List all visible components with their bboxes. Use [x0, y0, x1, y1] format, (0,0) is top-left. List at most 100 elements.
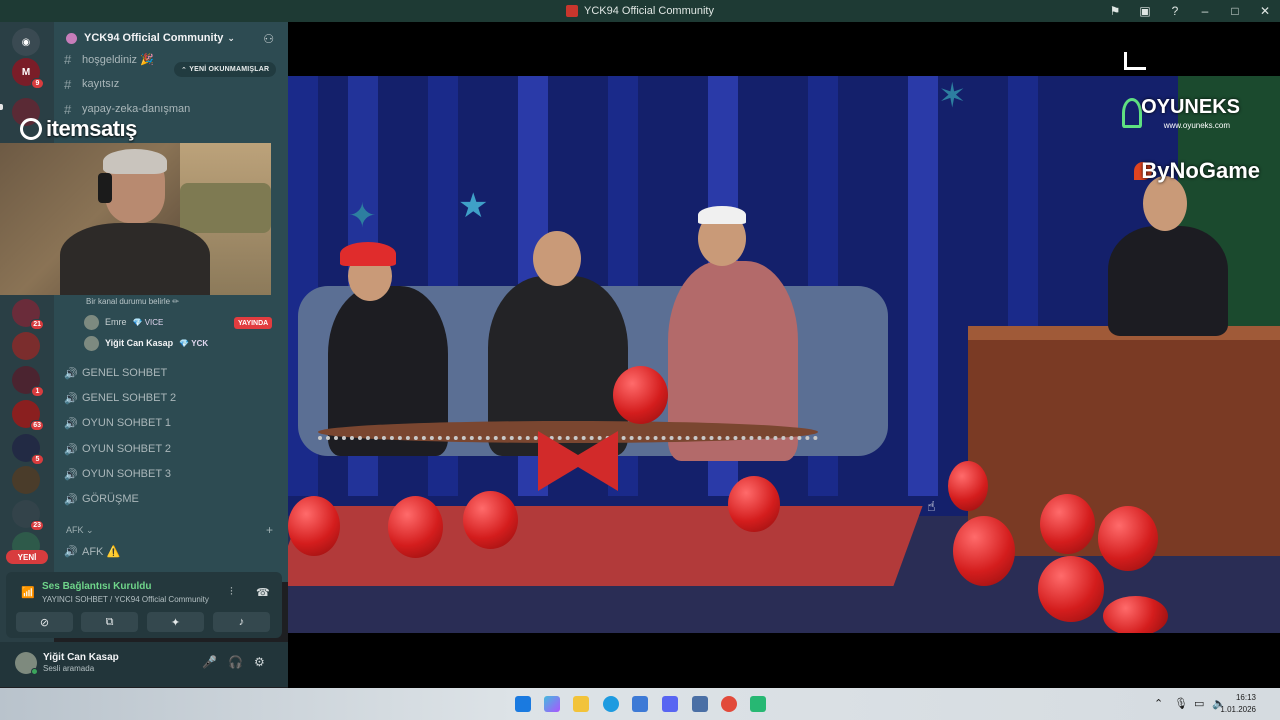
avatar [84, 335, 99, 351]
server-icon[interactable]: 23 [12, 500, 44, 531]
server-name: YCK94 Official Community [84, 32, 224, 44]
server-icon[interactable]: 21 [12, 299, 44, 330]
soundboard-button[interactable]: ♪ [213, 612, 270, 632]
app-taskbar-icon[interactable] [750, 696, 766, 712]
noise-suppression-icon[interactable]: ⫶ [230, 586, 233, 599]
unread-label: YENİ OKUNMAMIŞLAR [189, 66, 270, 73]
role-tag: 💎 VICE [132, 317, 164, 327]
channel-hosgeldiniz[interactable]: # hoşgeldiniz 🎉 [64, 48, 154, 70]
help-icon[interactable]: ? [1160, 4, 1190, 18]
channel-label: GENEL SOHBET 2 [82, 392, 177, 404]
live-badge: YAYINDA [234, 317, 273, 329]
window-controls: ⚑ ▣ ? – □ ✕ [1100, 0, 1280, 22]
headphones-icon[interactable]: 🎧 [228, 655, 243, 669]
online-status-icon [31, 668, 38, 675]
voice-channel-genel-sohbet-2[interactable]: 🔊 GENEL SOHBET 2 [64, 387, 176, 409]
speaker-icon: 🔊 [64, 417, 78, 430]
close-button[interactable]: ✕ [1250, 4, 1280, 18]
camera-off-button[interactable]: ⊘ [16, 612, 73, 632]
badge: 5 [31, 454, 44, 465]
voice-channel-genel-sohbet[interactable]: 🔊 GENEL SOHBET [64, 362, 167, 384]
channel-status-prompt[interactable]: Bir kanal durumu belirle ✏ [86, 297, 179, 306]
voice-channel-oyun-sohbet-3[interactable]: 🔊 OYUN SOHBET 3 [64, 463, 171, 485]
video-letterbox-bottom [288, 633, 1280, 688]
webcam-overlay [0, 143, 271, 295]
rug [288, 506, 923, 586]
headset-icon [98, 173, 112, 203]
oyuneks-logo: OYUNEKS [1141, 96, 1240, 118]
voice-user-yigit[interactable]: Yiğit Can Kasap 💎 YCK [84, 334, 208, 352]
store-icon[interactable] [632, 696, 648, 712]
discord-home-icon[interactable]: ◉ [12, 28, 40, 56]
voice-status[interactable]: Ses Bağlantısı Kuruldu [42, 581, 151, 592]
signal-icon: 📶 [21, 587, 35, 599]
network-icon[interactable]: ▭ [1194, 697, 1204, 710]
maximize-button[interactable]: □ [1220, 4, 1250, 18]
category-afk[interactable]: AFK ⌄ [66, 525, 94, 536]
server-icon-m[interactable]: M9 [12, 58, 44, 89]
chrome-icon[interactable] [721, 696, 737, 712]
user-name[interactable]: Yiğit Can Kasap [43, 652, 119, 663]
server-icon[interactable]: 63 [12, 400, 44, 431]
edge-icon[interactable] [603, 696, 619, 712]
add-channel-icon[interactable]: + [266, 523, 273, 537]
start-icon[interactable] [515, 696, 531, 712]
disconnect-icon[interactable]: ☎ [256, 586, 270, 599]
garland [318, 436, 818, 444]
badge: 1 [31, 386, 44, 397]
cam-sofa [180, 183, 271, 233]
channel-kayitsiz[interactable]: # kayıtsız [64, 73, 119, 95]
voice-location[interactable]: YAYINCI SOHBET / YCK94 Official Communit… [42, 595, 209, 604]
server-icon[interactable]: 1 [12, 366, 44, 397]
voice-channel-oyun-sohbet-1[interactable]: 🔊 OYUN SOHBET 1 [64, 412, 171, 434]
balloon [288, 496, 340, 556]
bynogame-logo: ByNoGame [1141, 158, 1260, 183]
voice-channel-afk[interactable]: 🔊 AFK ⚠️ [64, 540, 120, 562]
balloon [388, 496, 443, 558]
tray-chevron-icon[interactable]: ⌃ [1154, 697, 1163, 710]
avatar [84, 314, 99, 330]
server-icon[interactable] [12, 466, 40, 494]
clock-date: 1.01.2026 [1220, 705, 1256, 714]
server-icon[interactable]: 5 [12, 434, 44, 465]
channel-label: yapay-zeka-danışman [82, 103, 191, 115]
cam-person-hair [103, 149, 167, 174]
app-icon [565, 5, 578, 17]
user-panel: Yiğit Can Kasap Sesli aramada 🎤 🎧 ⚙ [0, 642, 288, 687]
discord-taskbar-icon[interactable] [662, 696, 678, 712]
inbox-icon[interactable]: ⚑ [1100, 4, 1130, 18]
voice-user-emre[interactable]: Emre 💎 VICE [84, 313, 163, 331]
itemsatis-logo: itemsatış [20, 116, 137, 142]
itemsatis-wordmark: itemsatış [46, 116, 137, 141]
voice-channel-gorusme[interactable]: 🔊 GÖRÜŞME [64, 488, 139, 510]
balloon [953, 516, 1015, 586]
hash-icon: # [64, 76, 72, 92]
hash-icon: # [64, 51, 72, 67]
settings-gear-icon[interactable]: ⚙ [254, 655, 265, 669]
badge: 21 [30, 319, 44, 330]
clock[interactable]: 16:13 1.01.2026 [1220, 692, 1256, 716]
channel-sidebar: YCK94 Official Community ⌄ ⚇ # hoşgeldin… [54, 22, 288, 582]
badge: 63 [30, 420, 44, 431]
minimize-button[interactable]: – [1190, 4, 1220, 18]
monitor-icon[interactable]: ▣ [1130, 4, 1160, 18]
screen-share-button[interactable]: ⧉ [81, 612, 138, 632]
channel-label: GENEL SOHBET [82, 367, 168, 379]
oyuneks-logo-icon [1122, 98, 1142, 128]
window-titlebar: YCK94 Official Community ⚑ ▣ ? – □ ✕ [0, 0, 1280, 22]
app-taskbar-icon[interactable] [692, 696, 708, 712]
stream-video[interactable]: ✦ ✶ ★ OYUNEKS www.oyuneks.com ByNoGame [288, 76, 1280, 633]
voice-channel-oyun-sohbet-2[interactable]: 🔊 OYUN SOHBET 2 [64, 438, 171, 460]
server-icon[interactable] [12, 332, 40, 360]
copilot-icon[interactable] [544, 696, 560, 712]
mic-tray-icon[interactable]: 🎙 [1174, 697, 1188, 710]
invite-icon[interactable]: ⚇ [263, 32, 274, 46]
activities-button[interactable]: ✦ [147, 612, 204, 632]
microphone-icon[interactable]: 🎤 [202, 655, 217, 669]
file-explorer-icon[interactable] [573, 696, 589, 712]
speaker-icon: 🔊 [64, 443, 78, 456]
balloon [1103, 596, 1168, 633]
new-servers-pill[interactable]: YENİ [6, 550, 48, 564]
unread-messages-pill[interactable]: ⌃ YENİ OKUNMAMIŞLAR [174, 62, 277, 77]
window-title: YCK94 Official Community [583, 5, 714, 17]
